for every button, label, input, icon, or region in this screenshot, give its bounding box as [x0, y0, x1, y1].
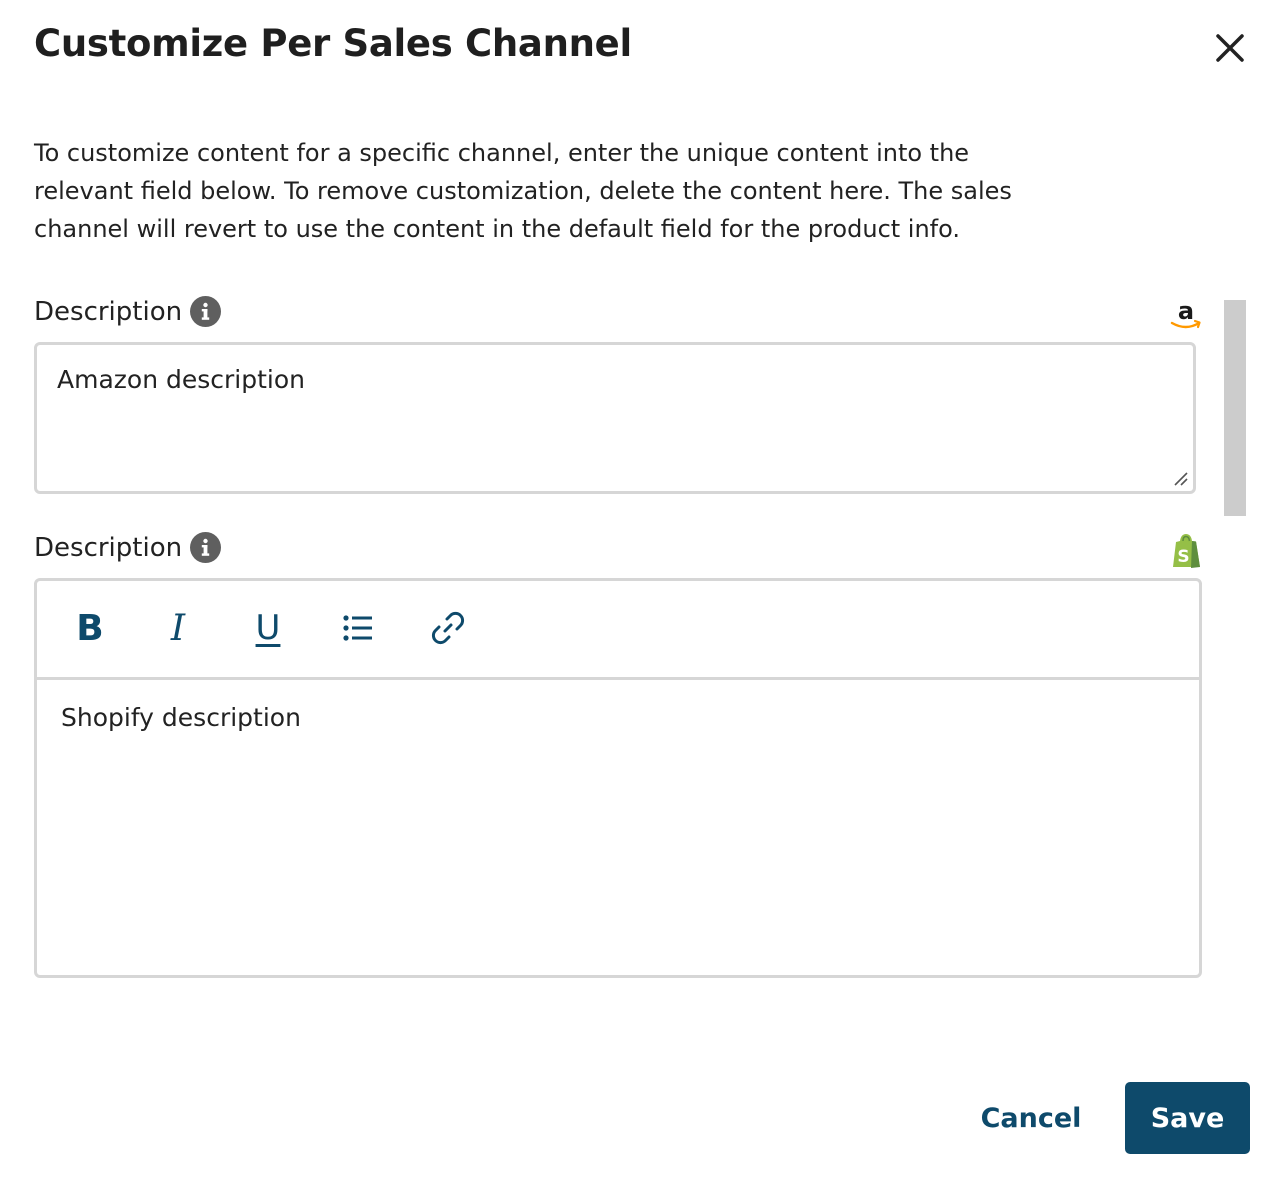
field-label-text: Description	[34, 532, 183, 563]
shopify-description-editor-body[interactable]: Shopify description	[61, 703, 1175, 732]
modal-title: Customize Per Sales Channel	[34, 22, 632, 65]
cancel-button[interactable]: Cancel	[968, 1082, 1094, 1154]
info-icon[interactable]	[190, 296, 222, 327]
info-icon[interactable]	[190, 532, 222, 563]
shopify-description-value: Shopify description	[61, 703, 301, 732]
svg-text:S: S	[1177, 547, 1189, 567]
amazon-description-label: Description	[34, 296, 222, 327]
shopify-rich-text-editor: B I U Shopify description	[34, 578, 1202, 978]
underline-button[interactable]: U	[243, 603, 293, 653]
customize-sales-channel-modal: Customize Per Sales Channel To customize…	[0, 0, 1288, 1188]
save-button[interactable]: Save	[1125, 1082, 1250, 1154]
amazon-description-textarea[interactable]: Amazon description	[34, 342, 1196, 494]
italic-button[interactable]: I	[153, 603, 203, 653]
bold-button[interactable]: B	[65, 603, 115, 653]
amazon-description-value: Amazon description	[57, 365, 305, 394]
scrollbar-thumb[interactable]	[1224, 300, 1246, 516]
bullet-list-button[interactable]	[333, 603, 383, 653]
svg-text:a: a	[1178, 298, 1194, 325]
bullet-list-icon	[343, 615, 372, 641]
close-icon	[1216, 34, 1244, 62]
amazon-icon: a	[1168, 297, 1204, 336]
link-button[interactable]	[423, 603, 473, 653]
close-button[interactable]	[1210, 28, 1250, 68]
resize-handle-icon[interactable]	[1173, 471, 1189, 487]
link-icon	[431, 611, 465, 645]
intro-text: To customize content for a specific chan…	[34, 139, 1012, 243]
shopify-description-label: Description	[34, 532, 222, 563]
field-label-text: Description	[34, 296, 183, 327]
shopify-icon: S	[1170, 533, 1202, 573]
editor-toolbar: B I U	[37, 581, 1199, 680]
